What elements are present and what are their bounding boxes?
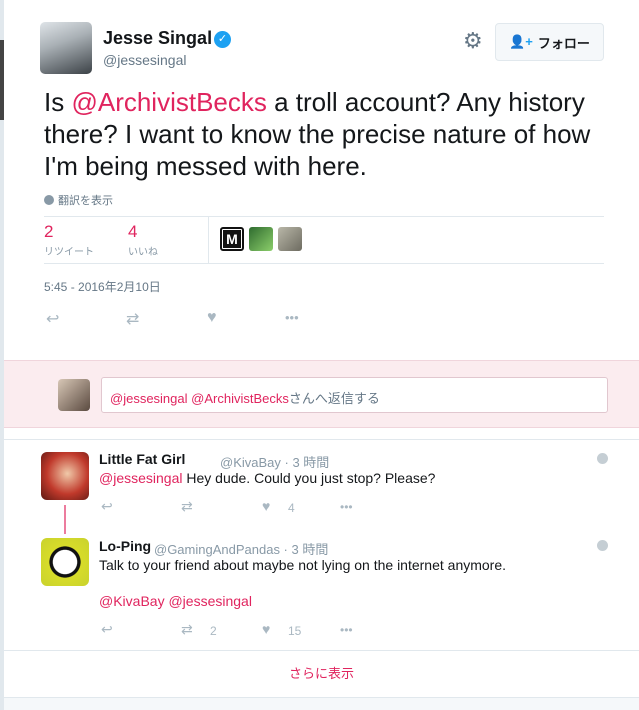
- reply-mention-link[interactable]: @KivaBay: [99, 593, 165, 609]
- reply-time[interactable]: 3 時間: [292, 455, 329, 470]
- tweet-text-start: Is: [44, 87, 72, 117]
- reply-handle[interactable]: @GamingAndPandas: [154, 542, 280, 557]
- globe-icon: [597, 453, 608, 464]
- liker-avatar[interactable]: [278, 227, 302, 251]
- meta-separator: ·: [279, 542, 292, 557]
- liker-avatar[interactable]: M: [220, 227, 244, 251]
- author-handle[interactable]: @jessesingal: [103, 52, 186, 68]
- retweet-icon[interactable]: ⇄: [181, 498, 193, 515]
- more-icon[interactable]: •••: [340, 623, 353, 637]
- retweets-stat[interactable]: 2 リツイート: [44, 221, 94, 258]
- reply-time[interactable]: 3 時間: [292, 542, 329, 557]
- reply-mention-link[interactable]: @jessesingal: [99, 470, 182, 486]
- author-avatar[interactable]: [40, 22, 92, 74]
- reply-placeholder-suffix: さんへ返信する: [288, 391, 380, 406]
- translate-label: 翻訳を表示: [58, 195, 113, 207]
- liker-avatar[interactable]: [249, 227, 273, 251]
- reply-author-name[interactable]: Little Fat Girl: [99, 451, 185, 467]
- likes-count: 4: [128, 222, 138, 241]
- gear-icon[interactable]: ⚙: [463, 30, 483, 52]
- reply-author-name[interactable]: Lo-Ping: [99, 538, 151, 554]
- likes-stat[interactable]: 4 いいね: [128, 221, 158, 258]
- like-icon[interactable]: ♥: [262, 621, 270, 637]
- likes-label: いいね: [128, 247, 158, 258]
- follow-button-label: フォロー: [537, 35, 590, 51]
- reply-avatar[interactable]: [41, 452, 89, 500]
- reply-meta: @KivaBay · 3 時間: [220, 452, 329, 471]
- divider: [4, 439, 639, 440]
- reply-text: Talk to your friend about maybe not lyin…: [99, 557, 507, 573]
- show-more-link[interactable]: さらに表示: [4, 663, 639, 682]
- globe-icon: [597, 540, 608, 551]
- more-icon[interactable]: •••: [340, 500, 353, 514]
- reply-like-count: 4: [288, 501, 295, 515]
- bottom-band: [4, 697, 639, 710]
- tweet-stats: 2 リツイート 4 いいね M: [44, 216, 604, 264]
- person-add-icon: 👤+: [509, 34, 533, 49]
- reply-icon[interactable]: ↩: [46, 309, 59, 329]
- reply-mention: @jessesingal: [110, 391, 188, 406]
- retweets-count: 2: [44, 222, 54, 241]
- reply-meta: @GamingAndPandas · 3 時間: [154, 539, 328, 558]
- like-icon[interactable]: ♥: [207, 309, 217, 327]
- more-icon[interactable]: •••: [285, 310, 299, 325]
- reply-like-count: 15: [288, 624, 302, 638]
- tweet-timestamp[interactable]: 5:45 - 2016年2月10日: [44, 278, 161, 295]
- tweet-mention-link[interactable]: @ArchivistBecks: [71, 87, 266, 117]
- translate-link[interactable]: 翻訳を表示: [44, 192, 113, 208]
- tweet-text: Is @ArchivistBecks a troll account? Any …: [44, 86, 614, 182]
- reply-retweet-count: 2: [210, 624, 217, 638]
- reply-body: Hey dude. Could you just stop? Please?: [182, 470, 436, 486]
- thread-connector: [64, 505, 66, 534]
- liker-avatars: M: [220, 227, 302, 251]
- reply-mention-link[interactable]: @jessesingal: [168, 593, 251, 609]
- follow-button[interactable]: 👤+ フォロー: [495, 23, 604, 61]
- author-name[interactable]: Jesse Singal: [103, 28, 212, 49]
- stats-divider: [208, 217, 209, 263]
- retweet-icon[interactable]: ⇄: [126, 309, 139, 329]
- verified-badge-icon: ✓: [214, 31, 231, 48]
- globe-icon: [44, 195, 54, 205]
- retweet-icon[interactable]: ⇄: [181, 621, 193, 638]
- reply-input[interactable]: @jessesingal @ArchivistBecksさんへ返信する: [101, 377, 608, 413]
- liker-badge: M: [223, 230, 241, 248]
- retweets-label: リツイート: [44, 247, 94, 258]
- divider: [4, 650, 639, 651]
- reply-icon[interactable]: ↩: [101, 498, 113, 515]
- current-user-avatar: [58, 379, 90, 411]
- reply-composer-area: @jessesingal @ArchivistBecksさんへ返信する: [4, 360, 639, 428]
- reply-mentions: @KivaBay @jessesingal: [99, 593, 252, 609]
- reply-icon[interactable]: ↩: [101, 621, 113, 638]
- reply-handle[interactable]: @KivaBay: [220, 455, 281, 470]
- reply-mention: @ArchivistBecks: [191, 391, 289, 406]
- reply-avatar[interactable]: [41, 538, 89, 586]
- reply-text: @jessesingal Hey dude. Could you just st…: [99, 470, 435, 486]
- meta-separator: ·: [280, 455, 293, 470]
- like-icon[interactable]: ♥: [262, 498, 270, 514]
